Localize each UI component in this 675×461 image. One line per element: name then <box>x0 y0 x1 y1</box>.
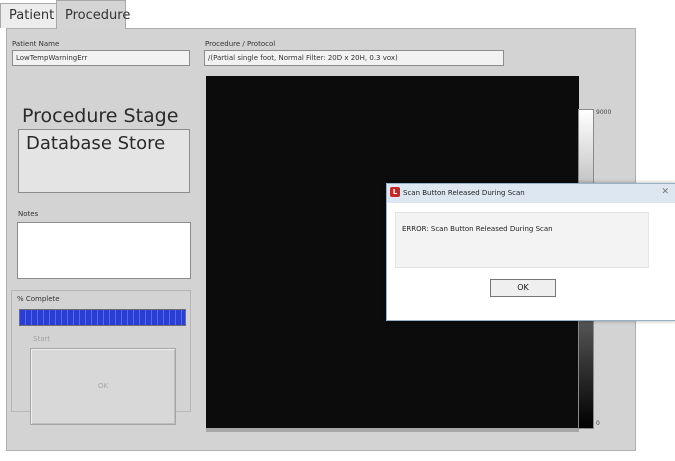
dialog-message-area: ERROR: Scan Button Released During Scan <box>395 212 649 268</box>
scale-max-label: 9000 <box>596 109 612 116</box>
start-ok-button[interactable]: OK <box>30 348 176 425</box>
scale-min-label: 0 <box>596 420 600 427</box>
tab-strip: Patient Procedure <box>0 0 675 29</box>
progress-fill <box>20 310 185 325</box>
procedure-stage-title: Procedure Stage <box>22 105 179 127</box>
patient-name-label: Patient Name <box>12 40 60 48</box>
dialog-title: Scan Button Released During Scan <box>403 189 525 197</box>
progress-bar <box>19 309 186 326</box>
start-label: Start <box>33 335 51 343</box>
complete-label: % Complete <box>17 295 60 303</box>
image-horizontal-scrollbar[interactable] <box>206 428 579 432</box>
dialog-message: ERROR: Scan Button Released During Scan <box>402 225 553 233</box>
procedure-stage-box: Database Store <box>18 129 190 193</box>
app-error-icon: L <box>390 187 400 197</box>
error-dialog: L Scan Button Released During Scan ✕ ERR… <box>386 183 675 321</box>
dialog-ok-button[interactable]: OK <box>490 279 556 297</box>
start-ok-label: OK <box>97 382 109 390</box>
protocol-field[interactable]: /(Partial single foot, Normal Filter: 20… <box>204 50 504 66</box>
close-icon[interactable]: ✕ <box>661 187 669 197</box>
tab-patient[interactable]: Patient <box>0 3 58 28</box>
notes-field[interactable] <box>17 222 191 279</box>
tab-procedure[interactable]: Procedure <box>56 0 130 29</box>
patient-name-field[interactable]: LowTempWarningErr <box>12 50 190 66</box>
protocol-label: Procedure / Protocol <box>205 40 276 48</box>
procedure-stage-value: Database Store <box>26 133 166 154</box>
notes-label: Notes <box>18 210 39 218</box>
dialog-titlebar[interactable]: L Scan Button Released During Scan ✕ <box>387 184 675 203</box>
